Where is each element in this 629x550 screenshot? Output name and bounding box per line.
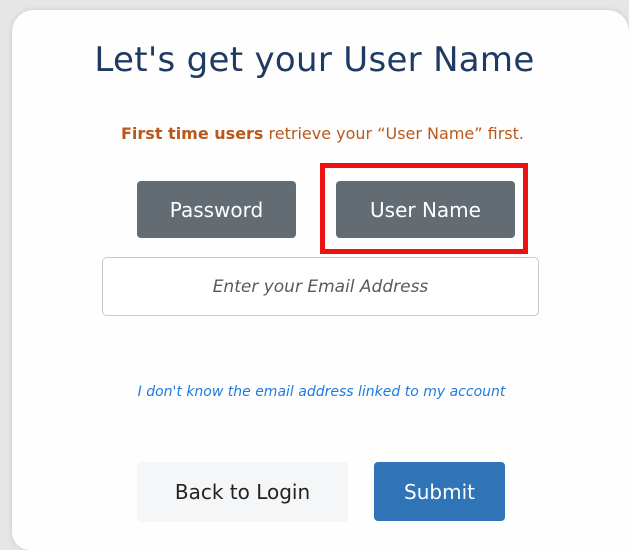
- username-button[interactable]: User Name: [336, 181, 515, 238]
- instruction-rest: retrieve your “User Name” first.: [263, 124, 524, 143]
- submit-button[interactable]: Submit: [374, 462, 505, 521]
- page-title: Let's get your User Name: [94, 40, 535, 80]
- password-button[interactable]: Password: [137, 181, 296, 238]
- email-input[interactable]: [102, 257, 539, 316]
- unknown-email-link[interactable]: I don't know the email address linked to…: [0, 384, 629, 400]
- instruction-emphasis: First time users: [121, 124, 264, 143]
- back-to-login-button[interactable]: Back to Login: [137, 462, 348, 522]
- instruction-text: First time users retrieve your “User Nam…: [0, 124, 629, 143]
